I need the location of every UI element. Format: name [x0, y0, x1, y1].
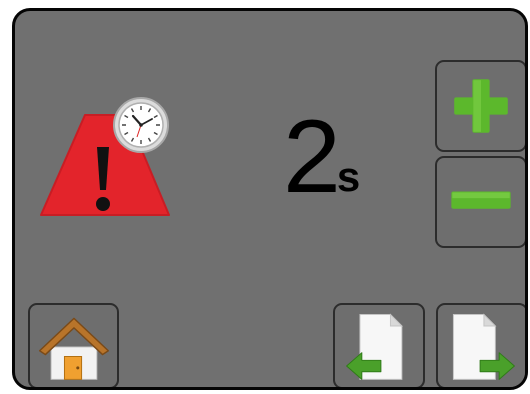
increase-button[interactable]: [435, 60, 525, 152]
delay-unit: s: [336, 153, 361, 200]
plus-icon: [454, 79, 508, 133]
previous-page-icon: [346, 313, 404, 380]
home-button[interactable]: [28, 303, 119, 387]
warning-clock-icon: [37, 95, 179, 223]
next-page-icon: [452, 313, 515, 380]
previous-page-button[interactable]: [333, 303, 425, 387]
delay-value: 2: [283, 99, 341, 215]
delay-value-display: 2s: [283, 105, 361, 209]
decrease-button[interactable]: [435, 156, 525, 248]
minus-icon: [451, 191, 511, 209]
delay-setting-screen: 2s: [12, 8, 528, 390]
next-page-button[interactable]: [436, 303, 525, 387]
home-icon: [38, 317, 110, 380]
